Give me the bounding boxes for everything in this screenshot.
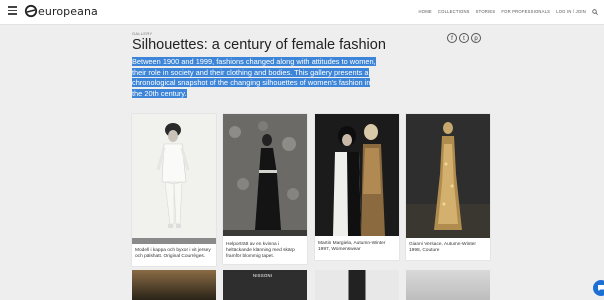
main-nav: HOME COLLECTIONS STORIES FOR PROFESSIONA…	[419, 9, 598, 15]
gallery-item-image[interactable]	[315, 114, 399, 236]
gallery-intro-text: Between 1900 and 1999, fashions changed …	[132, 57, 376, 98]
logo-text[interactable]: europeana	[38, 5, 98, 18]
gallery-item-card[interactable]: NISSONI	[223, 270, 307, 300]
gallery-item-image[interactable]	[132, 114, 216, 244]
gallery-item-image[interactable]	[406, 114, 490, 238]
nav-login-join[interactable]: LOG IN / JOIN	[556, 9, 586, 15]
gallery-item-image[interactable]	[223, 114, 307, 236]
gallery-item-card[interactable]	[406, 270, 490, 300]
gallery-item-caption[interactable]: Martin Margiela, Autumn-Winter 1997, Wom…	[318, 241, 397, 253]
gallery-item-caption[interactable]: Gianni Versace, Autumn-Winter 1998, Cout…	[409, 242, 488, 254]
nav-stories[interactable]: STORIES	[476, 9, 496, 15]
gallery-intro: Between 1900 and 1999, fashions changed …	[132, 57, 377, 99]
share-buttons: f t p	[447, 33, 481, 43]
pinterest-share-icon[interactable]: p	[471, 33, 481, 43]
feedback-button[interactable]	[593, 280, 604, 296]
facebook-share-icon[interactable]: f	[447, 33, 457, 43]
gallery-item-card[interactable]: Modell i kappa och byxor i vit jersey oc…	[132, 114, 216, 266]
gallery-item-card[interactable]: Martin Margiela, Autumn-Winter 1997, Wom…	[315, 114, 399, 260]
woman-photo-icon	[223, 114, 307, 236]
gallery-item-card[interactable]	[315, 270, 399, 300]
gallery-item-caption[interactable]: Helporträtt av en kvinna i heltäckande k…	[226, 242, 305, 259]
twitter-share-icon[interactable]: t	[459, 33, 469, 43]
chat-bubble-icon	[598, 285, 604, 291]
nav-collections[interactable]: COLLECTIONS	[438, 9, 470, 15]
top-navigation-bar: europeana HOME COLLECTIONS STORIES FOR P…	[0, 0, 604, 25]
runway-photo-icon	[406, 114, 490, 238]
models-photo-icon	[315, 114, 399, 236]
image-brand-text: NISSONI	[253, 273, 273, 278]
gallery-item-image[interactable]	[406, 270, 490, 300]
nav-for-professionals[interactable]: FOR PROFESSIONALS	[501, 9, 550, 15]
gallery-item-caption[interactable]: Modell i kappa och byxor i vit jersey oc…	[135, 248, 214, 260]
gallery-item-image[interactable]	[132, 270, 216, 300]
gallery-item-card[interactable]	[132, 270, 216, 300]
page-title: Silhouettes: a century of female fashion	[132, 37, 386, 53]
gallery-item-image[interactable]	[315, 270, 399, 300]
hamburger-menu-icon[interactable]	[8, 6, 17, 15]
search-icon[interactable]	[592, 9, 598, 15]
gallery-item-card[interactable]: Gianni Versace, Autumn-Winter 1998, Cout…	[406, 114, 490, 260]
europeana-logo-icon[interactable]	[24, 4, 38, 18]
gallery-item-card[interactable]: Helporträtt av en kvinna i heltäckande k…	[223, 114, 307, 264]
gallery-label: GALLERY	[132, 31, 153, 36]
woman-photo-icon	[132, 123, 216, 244]
nav-home[interactable]: HOME	[419, 9, 432, 15]
